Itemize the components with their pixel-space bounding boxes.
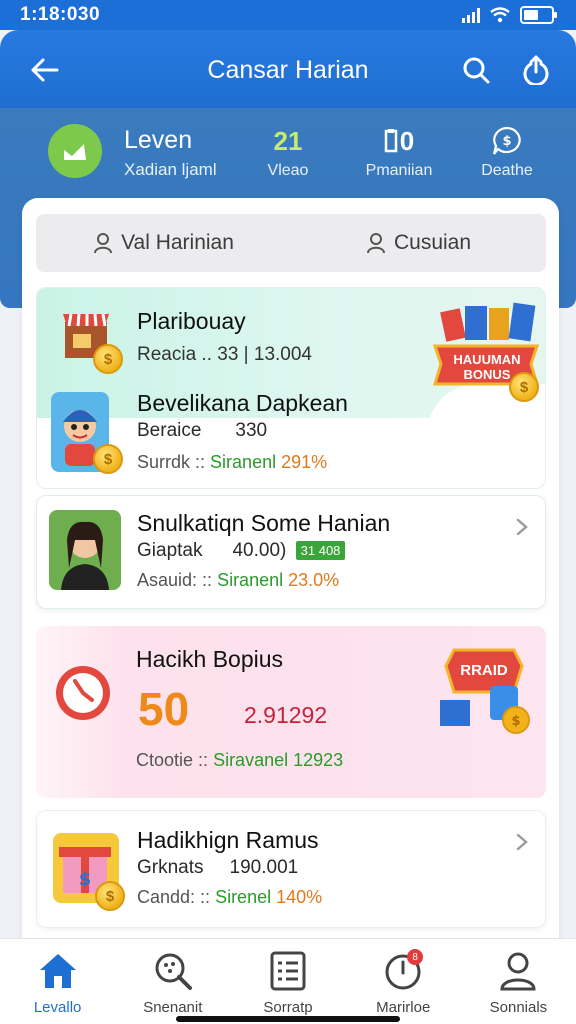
status-icons xyxy=(462,6,557,24)
chart-up-icon xyxy=(64,144,86,160)
level-name: Leven xyxy=(124,126,193,154)
share-button[interactable] xyxy=(516,50,556,90)
clock-icon: 8 xyxy=(381,949,425,993)
card-2-title: Snulkatiqn Some Hanian xyxy=(137,510,391,536)
card-1-sub-meta: Beraice 330 xyxy=(137,420,268,441)
coin-icon: $ xyxy=(95,881,125,911)
share-icon xyxy=(523,55,549,85)
search-icon xyxy=(151,949,195,993)
profile-thumbnail xyxy=(49,510,121,590)
level-badge xyxy=(48,124,102,178)
nav-profile-label: Sonnials xyxy=(489,999,548,1016)
bottom-navigation: Levallo Snenanit Sorratp 8 Marirloe Sonn… xyxy=(0,938,576,1024)
svg-text:$: $ xyxy=(79,869,92,890)
search-icon xyxy=(463,57,490,84)
card-1-stats: Surrdk :: Siranenl 291% xyxy=(137,452,328,472)
chat-coin-icon: $ xyxy=(492,126,521,155)
stat-deathe[interactable]: $ Deathe xyxy=(462,124,552,180)
reward-card-3[interactable]: Hacikh Bopius 50 2.91292 Ctootie :: Sira… xyxy=(36,626,546,798)
nav-history[interactable]: 8 Marirloe xyxy=(346,939,461,1024)
segment-custom-label: Cusuian xyxy=(393,231,472,254)
card-2-tag: 31 408 xyxy=(295,541,346,561)
signal-icon xyxy=(462,7,480,23)
stat-panel[interactable]: 0 Pmaniian xyxy=(354,124,444,180)
card-3-code: 2.91292 xyxy=(244,702,328,728)
coin-icon: $ xyxy=(93,344,123,374)
stat-panel-value: 0 xyxy=(399,125,415,156)
coin-icon: $ xyxy=(509,372,539,402)
nav-home-label: Levallo xyxy=(33,999,82,1016)
nav-list-label: Sorratp xyxy=(263,999,313,1016)
stat-deathe-label: Deathe xyxy=(481,162,533,179)
battery-icon xyxy=(520,6,557,24)
chevron-right-icon xyxy=(513,518,531,536)
user-outline-icon xyxy=(366,233,385,254)
nav-home[interactable]: Levallo xyxy=(0,939,115,1024)
nav-list[interactable]: Sorratp xyxy=(230,939,345,1024)
home-indicator xyxy=(176,1016,400,1022)
home-icon xyxy=(36,949,80,993)
user-outline-icon xyxy=(94,233,113,254)
chevron-right-icon xyxy=(513,833,531,851)
svg-text:$: $ xyxy=(502,134,511,149)
raid-banner: $ RRAID xyxy=(434,636,538,736)
stat-views-value: 21 xyxy=(273,125,303,156)
bonus-banner: HAUUMAN BONUS $ xyxy=(432,302,541,402)
reward-card-4[interactable]: $ $ Hadikhign Ramus Grknats 190.001 Candd… xyxy=(36,810,546,928)
card-3-stats: Ctootie :: Siravanel 12923 xyxy=(136,750,344,770)
alarm-clock-icon xyxy=(52,662,114,724)
card-4-meta: Grknats 190.001 xyxy=(137,857,299,878)
clipboard-icon xyxy=(384,129,398,153)
card-1-title: Plaribouay xyxy=(137,308,246,334)
card-2-stats: Asauid: :: Siranenl 23.0% xyxy=(137,570,340,590)
stat-views-label: Vleao xyxy=(267,162,309,179)
stat-views[interactable]: 21 Vleao xyxy=(248,124,328,180)
segment-daily-label: Val Harinian xyxy=(121,231,234,254)
person-icon xyxy=(496,949,540,993)
card-4-stats: Candd: :: Sirenel 140% xyxy=(137,887,323,907)
coin-icon: $ xyxy=(93,444,123,474)
card-1-subtitle: Bevelikana Dapkean xyxy=(137,390,348,416)
status-bar: 1:18:030 xyxy=(0,0,576,30)
nav-profile[interactable]: Sonnials xyxy=(461,939,576,1024)
nav-history-label: Marirloe xyxy=(376,999,431,1016)
wifi-icon xyxy=(490,7,510,23)
card-3-title: Hacikh Bopius xyxy=(136,646,284,672)
reward-card-2[interactable]: Snulkatiqn Some Hanian Giaptak 40.00) 31 … xyxy=(36,495,546,609)
search-button[interactable] xyxy=(456,50,496,90)
segment-custom[interactable]: Cusuian xyxy=(291,231,546,255)
reward-card-1[interactable]: $ Plaribouay Reacia .. 33 | 13.004 HAUUM… xyxy=(36,287,546,489)
nav-search[interactable]: Snenanit xyxy=(115,939,230,1024)
card-3-big-value: 50 xyxy=(138,683,190,735)
segment-daily[interactable]: Val Harinian xyxy=(36,231,291,255)
gift-boxes-icon: $ xyxy=(440,648,530,734)
segmented-control: Val Harinian Cusuian xyxy=(36,214,546,272)
stat-panel-label: Pmaniian xyxy=(365,162,433,179)
level-subtitle: Xadian ljaml xyxy=(124,160,217,179)
status-time: 1:18:030 xyxy=(20,4,101,25)
card-4-title: Hadikhign Ramus xyxy=(137,827,319,853)
svg-text:$: $ xyxy=(511,714,520,729)
nav-search-label: Snenanit xyxy=(143,999,203,1016)
card-1-meta: Reacia .. 33 | 13.004 xyxy=(137,344,312,365)
card-2-meta: Giaptak 40.00) 31 408 xyxy=(137,540,346,562)
app-bar: Cansar Harian xyxy=(0,30,576,110)
list-icon xyxy=(266,949,310,993)
avatar xyxy=(61,521,109,590)
raid-banner-text: RRAID xyxy=(460,662,508,679)
